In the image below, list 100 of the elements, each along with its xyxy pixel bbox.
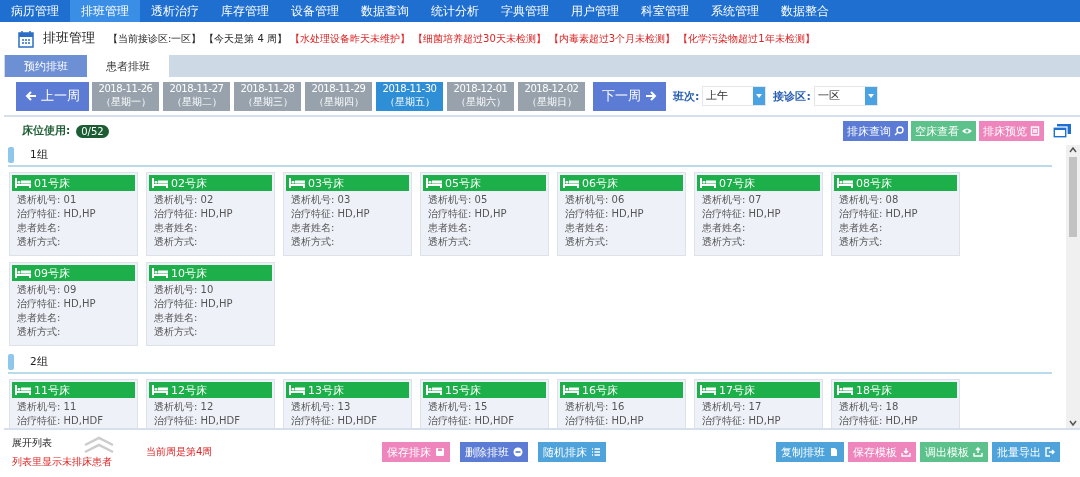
bed-field: 患者姓名:	[12, 221, 135, 235]
bed-card[interactable]: 16号床 透析机号: 16 治疗特征: HD,HP	[557, 379, 686, 428]
bed-card[interactable]: 17号床 透析机号: 17 治疗特征: HD,HP	[694, 379, 823, 428]
bed-name: 03号床	[308, 175, 344, 191]
scroll-down-icon[interactable]	[1069, 420, 1077, 426]
footer-button[interactable]: 复制排班	[776, 442, 844, 462]
bed-field: 透析方式:	[560, 235, 683, 249]
bed-icon	[15, 268, 31, 278]
bed-card[interactable]: 11号床 透析机号: 11 治疗特征: HD,HDF	[9, 379, 138, 428]
floppy-icon	[435, 447, 446, 457]
bed-name: 12号床	[171, 382, 207, 398]
bed-field: 透析机号: 03	[286, 193, 409, 207]
bed-name: 08号床	[856, 175, 892, 191]
bed-field: 透析机号: 08	[834, 193, 957, 207]
bed-field: 透析方式:	[12, 235, 135, 249]
dropdown[interactable]: 上午	[702, 86, 767, 106]
search-icon	[894, 126, 904, 136]
scroll-thumb[interactable]	[1069, 157, 1077, 237]
group-marker	[8, 147, 14, 163]
bed-field: 透析方式:	[286, 235, 409, 249]
date-button[interactable]: 2018-12-01 （星期六）	[447, 81, 514, 111]
notice-text: 【内毒素超过3个月未检测】	[548, 31, 676, 46]
nav-tab[interactable]: 病历管理	[0, 0, 70, 22]
export-icon	[1045, 447, 1055, 457]
group-marker	[8, 354, 14, 370]
scrollbar[interactable]	[1066, 145, 1080, 428]
nav-tab[interactable]: 科室管理	[630, 0, 700, 22]
bed-card[interactable]: 06号床 透析机号: 06 治疗特征: HD,HP 患者姓名: 透析方式:	[557, 172, 686, 256]
bed-icon	[700, 385, 716, 395]
bed-card[interactable]: 08号床 透析机号: 08 治疗特征: HD,HP 患者姓名: 透析方式:	[831, 172, 960, 256]
bed-icon	[563, 385, 579, 395]
bed-field: 治疗特征: HD,HP	[149, 207, 272, 221]
next-week-button[interactable]: 下一周	[593, 81, 666, 111]
bed-card[interactable]: 09号床 透析机号: 09 治疗特征: HD,HP 患者姓名: 透析方式:	[9, 262, 138, 346]
notice-text: 【水处理设备昨天未维护】	[290, 31, 411, 46]
bed-card[interactable]: 13号床 透析机号: 13 治疗特征: HD,HDF	[283, 379, 412, 428]
date-button[interactable]: 2018-11-26 （星期一）	[92, 81, 159, 111]
bed-name: 06号床	[582, 175, 618, 191]
tab[interactable]: 患者排班	[87, 55, 169, 77]
bed-card[interactable]: 10号床 透析机号: 10 治疗特征: HD,HP 患者姓名: 透析方式:	[146, 262, 275, 346]
nav-tab[interactable]: 设备管理	[280, 0, 350, 22]
footer-button[interactable]: 随机排床	[538, 442, 607, 462]
bed-field: 患者姓名:	[560, 221, 683, 235]
bed-field: 治疗特征: HD,HP	[286, 207, 409, 221]
bed-field: 治疗特征: HD,HP	[697, 207, 820, 221]
tab[interactable]: 预约排班	[5, 55, 87, 77]
nav-tab[interactable]: 用户管理	[560, 0, 630, 22]
bed-field: 透析机号: 05	[423, 193, 546, 207]
bed-icon	[152, 385, 168, 395]
bed-field: 透析机号: 17	[697, 400, 820, 414]
date-button[interactable]: 2018-11-29 （星期四）	[305, 81, 372, 111]
nav-tab[interactable]: 库存管理	[210, 0, 280, 22]
bed-name: 10号床	[171, 265, 207, 281]
nav-tab[interactable]: 统计分析	[420, 0, 490, 22]
scroll-up-icon[interactable]	[1069, 147, 1077, 153]
bed-name: 18号床	[856, 382, 892, 398]
toolbar-button[interactable]: 排床查询	[843, 121, 908, 141]
bed-icon	[152, 178, 168, 188]
bed-field: 患者姓名:	[697, 221, 820, 235]
nav-tab[interactable]: 数据查询	[350, 0, 420, 22]
footer-button[interactable]: 批量导出	[992, 442, 1060, 462]
bed-field: 透析机号: 11	[12, 400, 135, 414]
bed-field: 透析方式:	[423, 235, 546, 249]
bed-card[interactable]: 12号床 透析机号: 12 治疗特征: HD,HDF	[146, 379, 275, 428]
nav-tab[interactable]: 数据整合	[770, 0, 840, 22]
week-note: 当前周是第4周	[146, 445, 213, 459]
bed-field: 透析机号: 15	[423, 400, 546, 414]
bed-field: 患者姓名:	[423, 221, 546, 235]
caret-icon	[756, 94, 763, 98]
bed-card[interactable]: 15号床 透析机号: 15 治疗特征: HD,HDF	[420, 379, 549, 428]
bed-card[interactable]: 01号床 透析机号: 01 治疗特征: HD,HP 患者姓名: 透析方式:	[9, 172, 138, 256]
nav-tab[interactable]: 透析治疗	[140, 0, 210, 22]
nav-tab[interactable]: 系统管理	[700, 0, 770, 22]
bed-field: 患者姓名:	[149, 311, 272, 325]
date-button[interactable]: 2018-12-02 （星期日）	[518, 81, 585, 111]
date-button[interactable]: 2018-11-30 （星期五）	[376, 81, 443, 111]
nav-tab[interactable]: 字典管理	[490, 0, 560, 22]
bed-card[interactable]: 18号床 透析机号: 18 治疗特征: HD,HP	[831, 379, 960, 428]
date-button[interactable]: 2018-11-28 （星期三）	[234, 81, 301, 111]
bed-name: 09号床	[34, 265, 70, 281]
bed-card[interactable]: 07号床 透析机号: 07 治疗特征: HD,HP 患者姓名: 透析方式:	[694, 172, 823, 256]
bed-field: 治疗特征: HD,HP	[149, 297, 272, 311]
previous-week-button[interactable]: 上一周	[16, 81, 89, 111]
bed-field: 透析方式:	[12, 325, 135, 339]
bed-card[interactable]: 05号床 透析机号: 05 治疗特征: HD,HP 患者姓名: 透析方式:	[420, 172, 549, 256]
bed-card[interactable]: 02号床 透析机号: 02 治疗特征: HD,HP 患者姓名: 透析方式:	[146, 172, 275, 256]
footer-button[interactable]: 删除排班	[460, 442, 529, 462]
dropdown[interactable]: 一区	[813, 86, 878, 106]
bed-field: 治疗特征: HD,HP	[560, 207, 683, 221]
nav-tab[interactable]: 排班管理	[70, 0, 140, 22]
bed-card[interactable]: 03号床 透析机号: 03 治疗特征: HD,HP 患者姓名: 透析方式:	[283, 172, 412, 256]
date-button[interactable]: 2018-11-27 （星期二）	[163, 81, 230, 111]
list-icon	[591, 447, 602, 457]
bed-field: 治疗特征: HD,HDF	[12, 414, 135, 428]
document-icon	[829, 447, 839, 457]
expand-list-link[interactable]: 展开列表	[12, 435, 112, 450]
bed-name: 13号床	[308, 382, 344, 398]
bed-icon	[837, 385, 853, 395]
notice-text: 【今天是第 4 周】	[204, 31, 288, 46]
bed-name: 05号床	[445, 175, 481, 191]
